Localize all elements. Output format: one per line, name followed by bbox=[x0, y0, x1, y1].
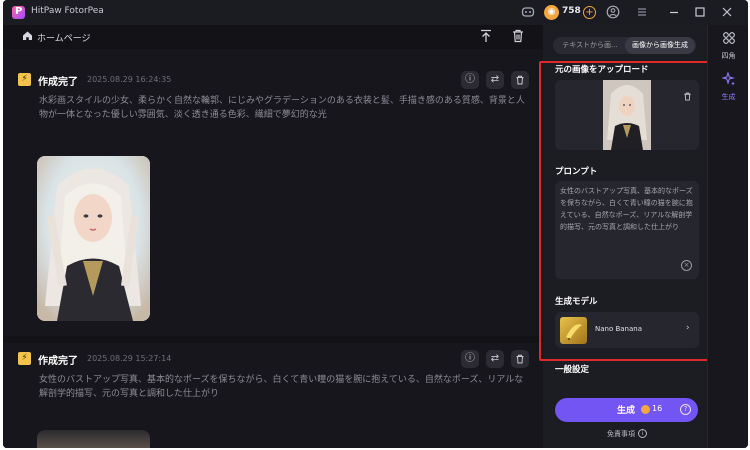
card-prompt-text: 水彩画スタイルの少女、柔らかく自然な輪郭、にじみやグラデーションのある衣装と髪、… bbox=[39, 96, 525, 120]
add-coins-button[interactable]: + bbox=[583, 6, 596, 19]
info-icon[interactable]: ⓘ bbox=[461, 350, 479, 368]
title-bar: HitPaw FotorPea ◉ 758 + bbox=[3, 0, 748, 25]
discord-icon[interactable] bbox=[521, 5, 535, 19]
app-title: HitPaw FotorPea bbox=[31, 6, 104, 16]
card-status: 作成完了 bbox=[38, 356, 78, 367]
breadcrumb-home[interactable]: ホームページ bbox=[37, 31, 91, 44]
general-settings-label[interactable]: 一般設定 bbox=[555, 363, 589, 375]
repeat-icon[interactable]: ⇄ bbox=[486, 71, 504, 89]
user-icon[interactable] bbox=[606, 5, 620, 19]
generate-button[interactable]: 生成 16 ? bbox=[555, 398, 698, 422]
trash-icon[interactable] bbox=[510, 28, 526, 44]
generate-cost: 16 bbox=[652, 404, 663, 413]
minimize-icon[interactable] bbox=[667, 5, 681, 19]
app-logo-icon bbox=[12, 6, 25, 19]
tab-image-to-image[interactable]: 画像から画像生成 bbox=[625, 37, 695, 54]
rail-item-generate[interactable]: 生成 bbox=[708, 71, 748, 102]
rail-label: 四角 bbox=[721, 52, 736, 60]
grid-icon bbox=[708, 31, 748, 50]
card-status: 作成完了 bbox=[38, 77, 78, 88]
rail-item-grid[interactable]: 四角 bbox=[708, 31, 748, 61]
tool-rail: 四角 生成 bbox=[707, 25, 748, 448]
close-icon[interactable] bbox=[720, 5, 734, 19]
app-window: HitPaw FotorPea ◉ 758 + ホームページ bbox=[3, 0, 748, 448]
info-icon[interactable]: i bbox=[638, 429, 647, 438]
rail-label: 生成 bbox=[721, 93, 736, 101]
maximize-icon[interactable] bbox=[693, 5, 707, 19]
coin-icon bbox=[641, 405, 650, 414]
mode-tabs: テキストから画... 画像から画像生成 bbox=[553, 37, 696, 54]
card-timestamp: 2025.08.29 16:24:35 bbox=[87, 75, 172, 84]
card-prompt-text: 女性のバストアップ写真、基本的なポーズを保ちながら、白くて青い瞳の猫を腕に抱えて… bbox=[39, 375, 524, 399]
info-icon[interactable]: ⓘ bbox=[461, 71, 479, 89]
delete-icon[interactable] bbox=[511, 350, 529, 368]
sparkle-icon bbox=[708, 71, 748, 91]
scroll-top-icon[interactable] bbox=[478, 28, 494, 44]
results-header: ホームページ bbox=[3, 25, 543, 49]
card-timestamp: 2025.08.29 15:27:14 bbox=[87, 354, 172, 363]
tab-text-to-image[interactable]: テキストから画... bbox=[555, 37, 625, 54]
disclaimer-link[interactable]: 免責事項 bbox=[607, 429, 635, 439]
repeat-icon[interactable]: ⇄ bbox=[486, 350, 504, 368]
results-panel: ホームページ ⚡ 作成完了 2025.08.29 16:24:35 ⓘ ⇄ 水彩… bbox=[3, 25, 543, 448]
bolt-icon: ⚡ bbox=[18, 352, 31, 365]
home-icon[interactable] bbox=[22, 30, 33, 44]
bolt-icon: ⚡ bbox=[18, 73, 31, 86]
generate-label: 生成 bbox=[617, 406, 636, 416]
coin-count: 758 bbox=[562, 6, 581, 16]
coin-icon[interactable]: ◉ bbox=[544, 5, 559, 20]
result-image[interactable] bbox=[37, 430, 150, 448]
delete-icon[interactable] bbox=[511, 71, 529, 89]
help-icon[interactable]: ? bbox=[680, 404, 691, 415]
highlight-box bbox=[539, 61, 710, 361]
menu-icon[interactable] bbox=[635, 5, 649, 19]
result-image[interactable] bbox=[37, 156, 150, 321]
